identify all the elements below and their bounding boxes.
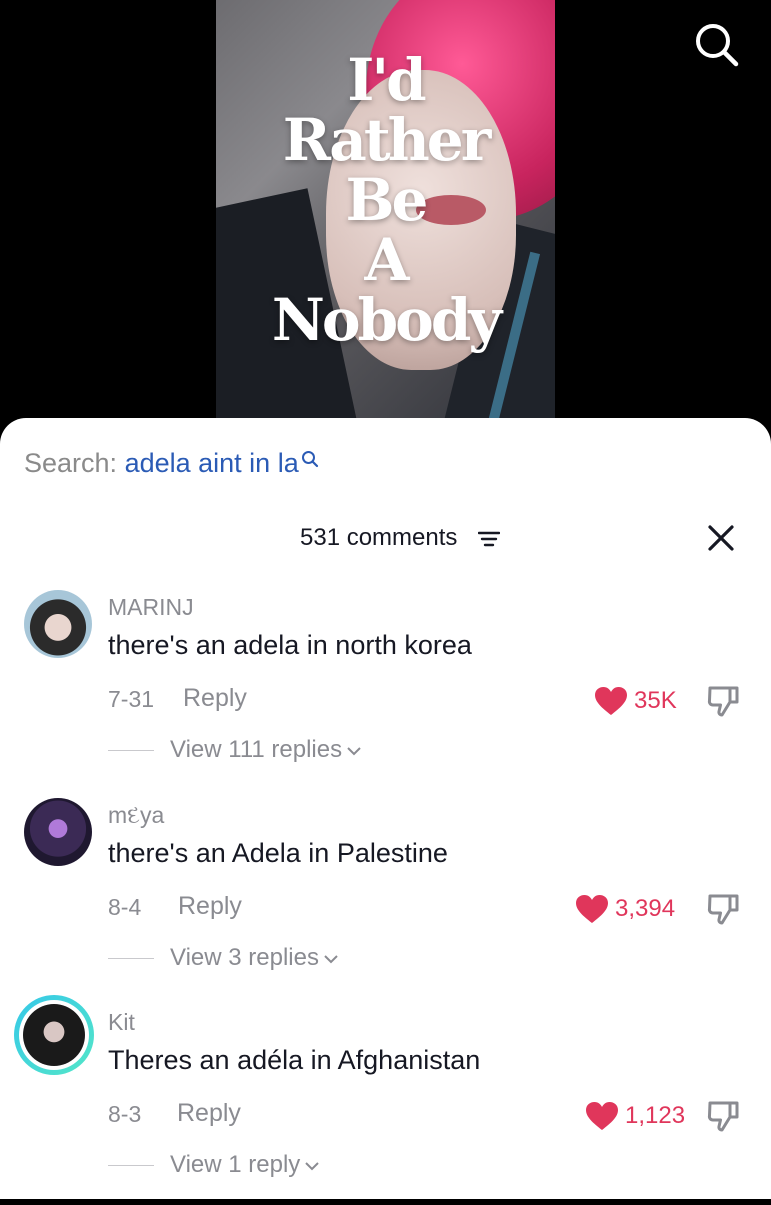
dislike-icon[interactable] — [706, 892, 742, 926]
comments-sheet: Search: adela aint in la 531 comments MA… — [0, 418, 771, 1199]
view-replies-label: View 3 replies — [170, 944, 319, 971]
video-player[interactable]: I'd Rather Be A Nobody — [0, 0, 771, 440]
comments-header: 531 comments — [0, 518, 771, 558]
view-replies-button[interactable]: View 3 replies — [108, 944, 339, 972]
view-replies-button[interactable]: View 111 replies — [108, 736, 362, 764]
chevron-down-icon — [347, 746, 361, 756]
chevron-down-icon — [305, 1161, 320, 1171]
avatar[interactable] — [24, 798, 92, 866]
reply-button[interactable]: Reply — [183, 684, 247, 713]
heart-icon — [586, 1102, 618, 1130]
heart-icon — [576, 895, 608, 923]
caption-line: Nobody — [271, 286, 502, 354]
search-button[interactable] — [690, 18, 744, 72]
close-icon[interactable] — [705, 522, 737, 554]
search-icon — [301, 451, 318, 468]
replies-divider — [108, 1165, 154, 1167]
video-frame[interactable]: I'd Rather Be A Nobody — [216, 0, 555, 418]
avatar[interactable] — [14, 995, 94, 1075]
sort-icon[interactable] — [478, 530, 500, 548]
dislike-icon[interactable] — [706, 684, 742, 718]
like-count: 1,123 — [625, 1102, 686, 1129]
comment-username[interactable]: Kit — [108, 1009, 135, 1036]
replies-divider — [108, 958, 154, 960]
search-suggestion[interactable]: Search: adela aint in la — [24, 448, 319, 479]
comment-item: Kit Theres an adéla in Afghanistan 8-3 R… — [0, 995, 771, 1205]
comment-item: mદya there's an Adela in Palestine 8-4 R… — [0, 798, 771, 998]
comment-item: MARINJ there's an adela in north korea 7… — [0, 590, 771, 790]
heart-icon — [595, 687, 627, 715]
caption-line: Rather — [282, 106, 492, 174]
caption-line: I'd — [347, 46, 426, 114]
like-button[interactable]: 3,394 — [575, 894, 675, 924]
avatar[interactable] — [24, 590, 92, 658]
view-replies-label: View 111 replies — [170, 736, 343, 763]
avatar-photo — [23, 1004, 85, 1066]
comment-date: 8-3 — [108, 1101, 142, 1127]
search-query-link[interactable]: adela aint in la — [125, 448, 299, 478]
like-button[interactable]: 1,123 — [585, 1101, 685, 1131]
like-count: 35K — [634, 687, 677, 714]
comment-date: 8-4 — [108, 894, 142, 920]
comment-username[interactable]: mદya — [108, 802, 164, 829]
comment-text: there's an Adela in Palestine — [108, 838, 448, 868]
reply-button[interactable]: Reply — [178, 892, 242, 921]
dislike-icon[interactable] — [706, 1099, 742, 1133]
comment-text: Theres an adéla in Afghanistan — [108, 1045, 481, 1075]
replies-divider — [108, 750, 154, 752]
like-count: 3,394 — [615, 895, 676, 922]
caption-line: Be — [345, 166, 429, 234]
comment-text: there's an adela in north korea — [108, 630, 472, 660]
comment-date: 7-31 — [108, 686, 155, 712]
video-caption-overlay: I'd Rather Be A Nobody — [216, 50, 555, 350]
reply-button[interactable]: Reply — [177, 1099, 241, 1128]
like-button[interactable]: 35K — [594, 686, 677, 716]
comment-username[interactable]: MARINJ — [108, 594, 194, 621]
view-replies-label: View 1 reply — [170, 1151, 301, 1178]
chevron-down-icon — [324, 954, 338, 964]
search-prefix: Search: — [24, 448, 118, 478]
search-icon — [696, 24, 739, 67]
view-replies-button[interactable]: View 1 reply — [108, 1151, 320, 1179]
caption-line: A — [364, 226, 409, 294]
comments-count: 531 comments — [300, 524, 458, 551]
